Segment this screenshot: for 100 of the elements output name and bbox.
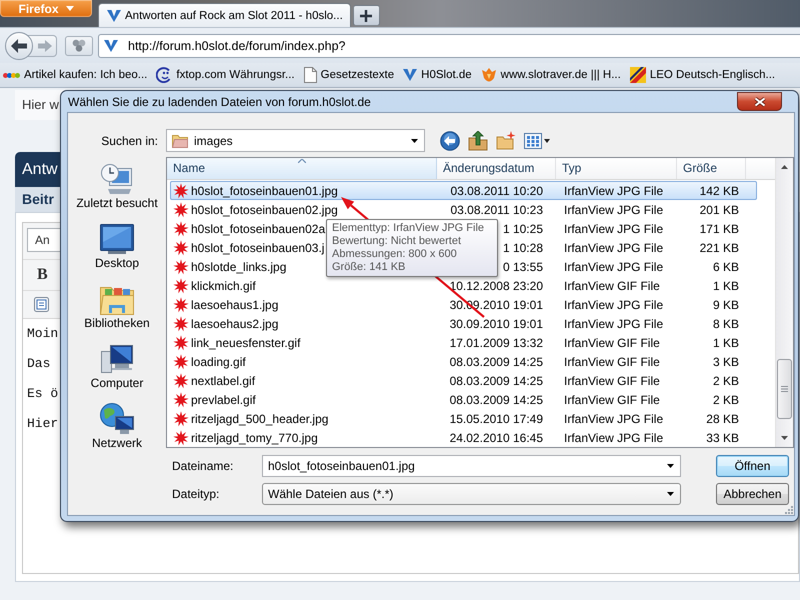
column-header[interactable]: Name [167, 158, 437, 179]
starburst-icon [173, 258, 189, 274]
back-icon[interactable] [440, 130, 460, 150]
file-size: 221 KB [700, 240, 739, 254]
place-item[interactable]: Bibliotheken [68, 280, 166, 340]
file-name[interactable]: link_neuesfenster.gif [191, 336, 300, 350]
file-name[interactable]: laesoehaus2.jpg [191, 316, 278, 330]
file-row[interactable]: h0slot_fotoseinbauen01.jpg 03.08.2011 10:20 IrfanView JPG File 142 KB [170, 181, 757, 200]
bookmark-item[interactable]: www.slotraver.de ||| H... [480, 68, 621, 82]
new-folder-icon[interactable] [496, 130, 516, 150]
file-name[interactable]: h0slot_fotoseinbauen03.j [191, 240, 324, 254]
dialog-button[interactable]: Öffnen [716, 455, 789, 477]
smiley-icon [156, 67, 172, 83]
file-size: 6 KB [712, 260, 739, 274]
place-item[interactable]: Zuletzt besucht [68, 160, 166, 220]
crown-icon [480, 68, 497, 82]
file-type-select[interactable]: Wähle Dateien aus (*.*) [262, 483, 681, 505]
bookmark-item[interactable]: Gesetzestexte [304, 67, 394, 83]
file-name[interactable]: ritzeljagd_tomy_770.jpg [191, 430, 318, 444]
tooltip-line: Abmessungen: 800 x 600 [332, 248, 457, 261]
modified-date: 08.03.2009 14:25 [450, 392, 543, 406]
file-type: IrfanView GIF File [564, 392, 660, 406]
file-name[interactable]: prevlabel.gif [191, 392, 256, 406]
file-name[interactable]: h0slot_fotoseinbauen01.jpg [191, 184, 338, 198]
place-item[interactable]: Desktop [68, 220, 166, 280]
column-header[interactable]: Änderungsdatum [437, 158, 556, 179]
striped-square-icon [630, 67, 646, 83]
file-name[interactable]: laesoehaus1.jpg [191, 298, 278, 312]
v-mark-icon [107, 10, 121, 22]
starburst-icon [173, 354, 189, 370]
v-mark-icon [403, 69, 418, 81]
file-name[interactable]: klickmich.gif [191, 278, 256, 292]
file-size: 33 KB [706, 430, 739, 444]
message-line: Hier [27, 415, 58, 433]
file-name-label: Dateiname: [172, 458, 234, 475]
back-arrow-icon [11, 38, 27, 52]
file-name[interactable]: h0slot_fotoseinbauen02.jpg [191, 202, 338, 216]
starburst-icon [173, 372, 189, 388]
file-size: 142 KB [700, 184, 739, 198]
view-menu-icon[interactable] [524, 132, 550, 148]
scroll-down-icon[interactable] [781, 436, 788, 440]
file-name[interactable]: loading.gif [191, 354, 246, 368]
close-button[interactable] [737, 92, 782, 111]
back-button[interactable] [5, 32, 33, 60]
modified-date: 03.08.2011 10:23 [450, 202, 543, 216]
file-name[interactable]: h0slot_fotoseinbauen02a [191, 222, 326, 236]
dialog-button[interactable]: Abbrechen [716, 483, 789, 505]
file-size: 201 KB [700, 202, 739, 216]
file-size: 9 KB [712, 298, 739, 312]
modified-date: 15.05.2010 17:49 [450, 412, 543, 426]
message-line: Es ö [27, 385, 58, 403]
column-header[interactable]: Typ [556, 158, 677, 179]
look-in-label: Suchen in: [100, 134, 158, 148]
bold-button[interactable]: B [35, 266, 50, 284]
file-type: IrfanView GIF File [564, 336, 660, 350]
file-type: IrfanView JPG File [564, 412, 664, 426]
document-icon[interactable] [34, 297, 49, 312]
file-type: IrfanView JPG File [564, 430, 664, 444]
bookmark-item[interactable]: LEO Deutsch-Englisch... [630, 67, 776, 83]
file-size: 1 KB [712, 336, 739, 350]
caret-icon [66, 6, 74, 11]
bookmark-item[interactable]: Artikel kaufen: Ich beo... [3, 69, 148, 81]
look-in-select[interactable]: images [166, 129, 425, 152]
file-name-field[interactable]: h0slot_fotoseinbauen01.jpg [262, 455, 681, 477]
file-name[interactable]: nextlabel.gif [191, 374, 256, 388]
tooltip-line: Bewertung: Nicht bewertet [332, 235, 462, 248]
starburst-icon [173, 392, 189, 408]
tooltip-line: Größe: 141 KB [332, 261, 406, 274]
v-mark-icon [104, 40, 118, 52]
file-name[interactable]: h0slotde_links.jpg [191, 260, 286, 274]
address-field[interactable]: http://forum.h0slot.de/forum/index.php? [98, 34, 800, 58]
new-tab-button[interactable] [352, 5, 380, 26]
file-name[interactable]: ritzeljagd_500_header.jpg [191, 412, 328, 426]
scroll-up-icon[interactable] [781, 165, 788, 169]
starburst-icon [173, 240, 189, 256]
bookmark-item[interactable]: H0Slot.de [403, 69, 472, 81]
bookmark-item[interactable]: fxtop.com Währungsr... [156, 67, 295, 83]
scroll-thumb[interactable] [777, 359, 792, 419]
starburst-icon [173, 202, 189, 218]
file-size: 8 KB [712, 316, 739, 330]
place-item[interactable]: Computer [68, 340, 166, 400]
starburst-icon [173, 220, 189, 236]
column-header[interactable]: Größe [677, 158, 746, 179]
starburst-icon [173, 296, 189, 312]
file-size: 1 KB [712, 278, 739, 292]
forward-arrow-icon [38, 40, 52, 52]
computer-icon [100, 343, 134, 375]
notice-text: Hier w [15, 90, 64, 120]
browser-tab[interactable]: Antworten auf Rock am Slot 2011 - h0slo... [98, 3, 351, 27]
file-type: IrfanView GIF File [564, 278, 660, 292]
place-item[interactable]: Netzwerk [68, 400, 166, 460]
resize-grip-icon[interactable] [785, 506, 793, 514]
caret-icon [667, 492, 674, 496]
toolbar-button[interactable] [65, 36, 93, 56]
up-folder-icon[interactable] [468, 130, 488, 150]
modified-date: 1 10:28 [502, 240, 543, 254]
modified-date: 08.03.2009 14:25 [450, 374, 543, 388]
globe-computer-icon [100, 403, 134, 435]
circles-icon [72, 39, 86, 52]
file-type: IrfanView GIF File [564, 354, 660, 368]
